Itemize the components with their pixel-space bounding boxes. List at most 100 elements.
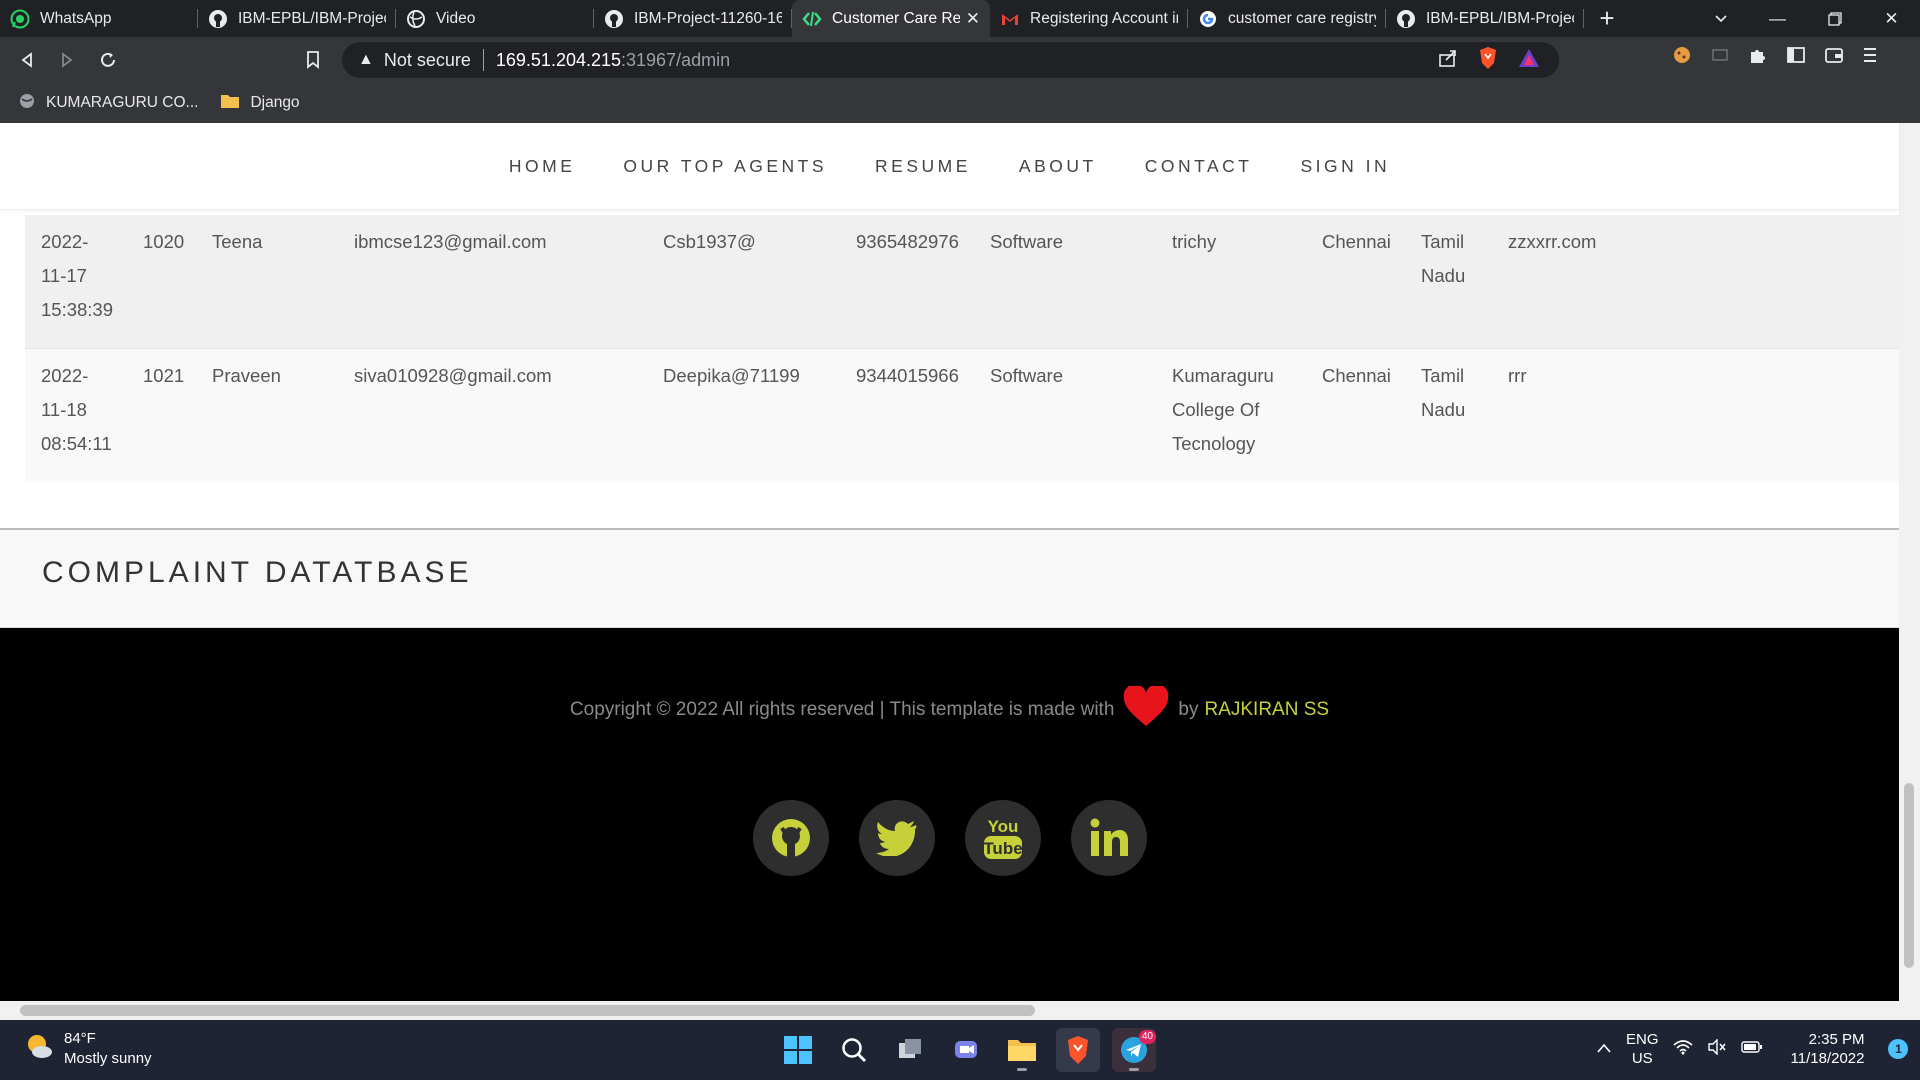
browser-toolbar: ▲ Not secure 169.51.204.215:31967/admin [0,37,1920,83]
tab-search-button[interactable] [1692,0,1749,37]
nav-top-agents[interactable]: OUR TOP AGENTS [623,156,827,177]
cell-category: Software [990,365,1064,386]
battery-icon[interactable] [1740,1040,1763,1058]
teams-chat-button[interactable] [944,1028,988,1072]
cell-phone: 9344015966 [856,365,959,386]
windows-taskbar: 84°F Mostly sunny 40 ENG US 2:35 PM 11/1… [0,1020,1920,1080]
brave-rewards-icon[interactable] [1517,47,1541,74]
task-view-button[interactable] [888,1028,932,1072]
whatsapp-icon [10,9,30,29]
bookmark-label: KUMARAGURU CO... [46,94,199,111]
author-link[interactable]: RAJKIRAN SS [1204,699,1329,721]
tab-github-3[interactable]: IBM-EPBL/IBM-Project [1386,0,1584,37]
url-host: 169.51.204.215 [495,49,622,70]
cookie-extension-icon[interactable] [1672,45,1692,71]
horizontal-scrollbar[interactable] [0,1001,1920,1020]
tab-customer-care-active[interactable]: Customer Care Reg ✕ [792,0,990,37]
chevron-up-icon[interactable] [1596,1041,1612,1058]
bookmark-button[interactable] [298,45,328,75]
address-bar[interactable]: ▲ Not secure 169.51.204.215:31967/admin [342,42,1559,78]
vertical-scrollbar[interactable] [1899,123,1920,1001]
security-label[interactable]: Not secure [384,50,471,71]
cell-id: 1021 [143,365,185,386]
horizontal-scroll-thumb[interactable] [20,1005,1035,1016]
cell-state: Tamil Nadu [1421,365,1466,420]
vertical-scroll-thumb[interactable] [1904,783,1914,968]
chat-icon [955,1041,977,1058]
youtube-link[interactable]: You Tube [965,800,1041,876]
weather-temp: 84°F [64,1030,96,1047]
bookmark-label: Django [250,94,300,111]
heart-icon [1122,684,1170,734]
address-bar-icons [1437,46,1541,75]
github-icon [1396,9,1416,29]
twitter-link[interactable] [859,800,935,876]
bookmark-django[interactable]: Django [220,92,300,115]
bookmarks-bar: KUMARAGURU CO... Django [0,83,1920,123]
minimize-button[interactable]: — [1749,0,1806,37]
brave-browser-button[interactable] [1056,1028,1100,1072]
new-tab-button[interactable]: + [1584,0,1630,37]
copyright-line: Copyright © 2022 All rights reserved | T… [0,684,1899,734]
folder-icon [220,92,240,115]
tab-label: Video [436,9,476,27]
tab-google[interactable]: customer care registry [1188,0,1386,37]
close-window-button[interactable]: ✕ [1863,0,1920,37]
brave-shields-icon[interactable] [1477,46,1499,75]
brave-icon [1068,1036,1088,1064]
github-icon [604,9,624,29]
wallet-icon[interactable] [1824,45,1844,71]
volume-muted-icon[interactable] [1707,1038,1727,1059]
telegram-button[interactable]: 40 [1112,1028,1156,1072]
tab-github-1[interactable]: IBM-EPBL/IBM-Project [198,0,396,37]
sidebar-icon[interactable] [1786,45,1806,71]
taskbar-apps: 40 [776,1028,1156,1072]
copyright-text: Copyright © 2022 All rights reserved | T… [569,699,1115,720]
nav-sign-in[interactable]: SIGN IN [1300,156,1390,177]
nav-contact[interactable]: CONTACT [1145,156,1253,177]
forward-icon [62,52,73,68]
close-tab-icon[interactable]: ✕ [966,9,980,29]
task-view-icon [899,1039,921,1058]
forward-button[interactable] [52,45,82,75]
notification-badge[interactable]: 1 [1888,1039,1909,1059]
wifi-icon[interactable] [1672,1039,1693,1059]
tab-video[interactable]: Video [396,0,594,37]
tab-github-2[interactable]: IBM-Project-11260-16 [594,0,792,37]
weather-desc: Mostly sunny [64,1050,152,1067]
globe-icon [18,92,36,115]
github-icon [208,9,228,29]
nav-resume[interactable]: RESUME [875,156,971,177]
address-divider [482,49,484,71]
language-indicator[interactable]: ENG US [1626,1030,1659,1068]
tab-label: Registering Account in [1030,9,1178,27]
linkedin-link[interactable] [1071,800,1147,876]
github-link[interactable] [753,800,829,876]
menu-icon[interactable] [1862,46,1878,70]
tab-gmail[interactable]: Registering Account in [990,0,1188,37]
start-button[interactable] [776,1028,820,1072]
puzzle-icon[interactable] [1748,45,1768,71]
table-row: 2022- 11-17 15:38:39 1020 Teena ibmcse12… [25,215,1899,348]
extension-icon-dim[interactable] [1710,45,1730,71]
weather-widget[interactable]: 84°F Mostly sunny [24,1029,152,1069]
reload-icon [101,52,115,67]
reload-button[interactable] [93,45,123,75]
search-button[interactable] [832,1028,876,1072]
sun-cloud-icon [24,1031,54,1067]
chevron-down-icon [1714,14,1727,22]
search-icon [842,1038,866,1062]
restore-button[interactable] [1806,0,1863,37]
file-explorer-button[interactable] [1000,1028,1044,1072]
cell-email: siva010928@gmail.com [354,365,552,386]
clock[interactable]: 2:35 PM 11/18/2022 [1791,1030,1865,1068]
warning-icon[interactable]: ▲ [358,51,374,69]
nav-home[interactable]: HOME [509,156,576,177]
tab-whatsapp[interactable]: WhatsApp [0,0,198,37]
bookmark-kumaraguru[interactable]: KUMARAGURU CO... [18,92,198,115]
google-icon [1198,9,1218,29]
nav-about[interactable]: ABOUT [1019,156,1097,177]
share-icon[interactable] [1437,47,1459,74]
system-tray: ENG US 2:35 PM 11/18/2022 1 [1596,1030,1909,1068]
back-button[interactable] [12,45,42,75]
